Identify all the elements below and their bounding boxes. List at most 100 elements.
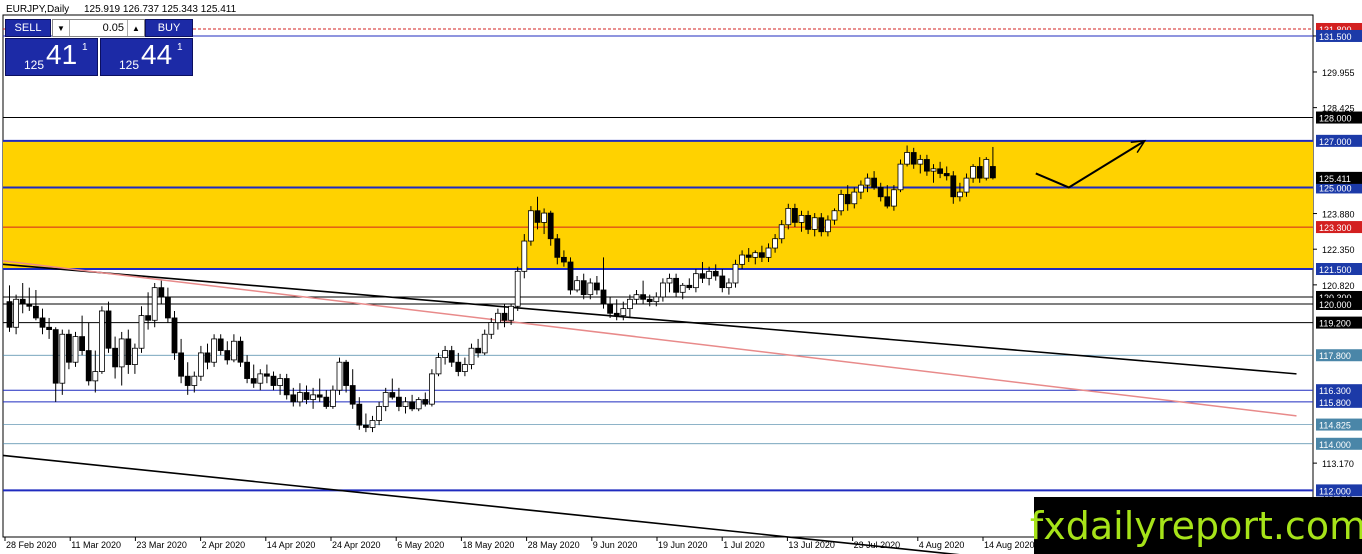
lot-size-field[interactable]: ▼ 0.05 ▲: [52, 19, 145, 37]
time-tick-label: 24 Apr 2020: [332, 540, 381, 550]
chart-header: EURJPY,Daily 125.919 126.737 125.343 125…: [6, 4, 236, 15]
bear-candle: [171, 317, 178, 354]
bull-candle: [528, 210, 534, 242]
bear-candle: [204, 352, 211, 363]
level-label: 119.200: [1319, 319, 1351, 329]
bear-candle: [950, 175, 957, 198]
bid-price-box[interactable]: 125 41 1: [5, 38, 98, 76]
bull-candle: [131, 347, 138, 365]
bear-candle: [112, 347, 118, 368]
bear-candle: [937, 168, 943, 174]
bull-candle: [442, 350, 449, 358]
bear-candle: [178, 352, 185, 377]
bull-candle: [831, 210, 838, 221]
bear-candle: [66, 333, 72, 363]
bear-candle: [990, 166, 996, 179]
lot-decrease-icon[interactable]: ▼: [53, 20, 70, 36]
bear-candle: [303, 392, 310, 400]
level-label: 120.000: [1319, 300, 1352, 310]
bear-candle: [270, 375, 277, 386]
bull-candle: [825, 219, 831, 233]
bull-candle: [369, 420, 376, 428]
zone-rect: [3, 140, 1313, 270]
bull-candle: [778, 224, 785, 240]
bid-price-pipette: 1: [82, 42, 88, 53]
bear-candle: [316, 394, 323, 398]
bull-candle: [13, 298, 20, 328]
bull-candle: [415, 399, 422, 410]
supply-demand-zone: [3, 140, 1313, 270]
price-tick-label: 129.955: [1322, 68, 1355, 78]
time-tick-label: 28 May 2020: [528, 540, 580, 550]
bear-candle: [184, 375, 191, 386]
bear-candle: [33, 305, 39, 319]
bull-candle: [633, 294, 640, 300]
bull-candle: [765, 247, 772, 258]
bear-candle: [646, 298, 653, 303]
level-label: 127.000: [1319, 137, 1352, 147]
bear-candle: [125, 338, 132, 365]
bear-candle: [613, 312, 620, 317]
bull-candle: [99, 310, 105, 372]
price-axis: 131.500129.955128.425123.880122.350120.8…: [1313, 22, 1362, 540]
bear-candle: [759, 252, 765, 258]
level-label: 112.000: [1319, 486, 1351, 496]
bull-candle: [772, 238, 778, 249]
bear-candle: [844, 194, 851, 205]
level-label: 117.800: [1319, 351, 1351, 361]
bear-candle: [19, 298, 26, 305]
one-click-trading-panel: SELL ▼ 0.05 ▲ BUY 125 41 1 125 44 1: [5, 19, 193, 77]
time-tick-label: 14 Apr 2020: [267, 540, 316, 550]
bear-candle: [547, 212, 554, 240]
bull-candle: [310, 394, 317, 400]
bull-candle: [627, 298, 633, 310]
bear-candle: [105, 310, 112, 349]
bear-candle: [792, 208, 798, 223]
bear-candle: [554, 238, 561, 258]
lot-increase-icon[interactable]: ▲: [127, 20, 144, 36]
bull-candle: [693, 273, 699, 289]
bull-candle: [514, 270, 521, 307]
time-tick-label: 11 Mar 2020: [71, 540, 121, 550]
bear-candle: [501, 312, 508, 321]
bull-candle: [138, 315, 145, 349]
bull-candle: [798, 215, 805, 223]
bear-candle: [224, 350, 231, 361]
time-tick-label: 28 Feb 2020: [6, 540, 57, 550]
bull-candle: [858, 184, 864, 193]
bear-candle: [745, 254, 752, 258]
bear-candle: [877, 187, 884, 198]
bull-candle: [726, 282, 732, 289]
bull-candle: [930, 168, 937, 172]
time-tick-label: 13 Jul 2020: [788, 540, 835, 550]
bear-candle: [409, 401, 416, 410]
bear-candle: [237, 340, 244, 363]
bull-candle: [72, 336, 79, 363]
bear-candle: [943, 173, 950, 177]
bear-candle: [349, 385, 356, 405]
bear-candle: [884, 196, 891, 207]
time-tick-label: 1 Jul 2020: [723, 540, 765, 550]
bear-candle: [283, 378, 290, 396]
bull-candle: [508, 305, 515, 321]
bear-candle: [712, 270, 719, 277]
price-tick-label: 120.820: [1322, 281, 1355, 291]
bear-candle: [395, 396, 402, 407]
sell-button[interactable]: SELL: [5, 19, 51, 37]
bear-candle: [805, 215, 811, 230]
bull-candle: [435, 357, 442, 375]
bull-candle: [917, 159, 924, 165]
buy-button[interactable]: BUY: [145, 19, 193, 37]
bear-candle: [250, 378, 257, 384]
bear-candle: [640, 294, 646, 300]
bull-candle: [739, 254, 745, 265]
bear-candle: [600, 289, 607, 305]
bull-candle: [970, 166, 976, 179]
ask-price-box[interactable]: 125 44 1: [100, 38, 193, 76]
bull-candle: [277, 378, 284, 386]
ask-price-prefix: 125: [119, 58, 140, 72]
price-tick-label: 123.880: [1322, 210, 1355, 220]
bear-candle: [389, 392, 396, 398]
bear-candle: [534, 210, 541, 223]
bull-candle: [574, 280, 580, 291]
